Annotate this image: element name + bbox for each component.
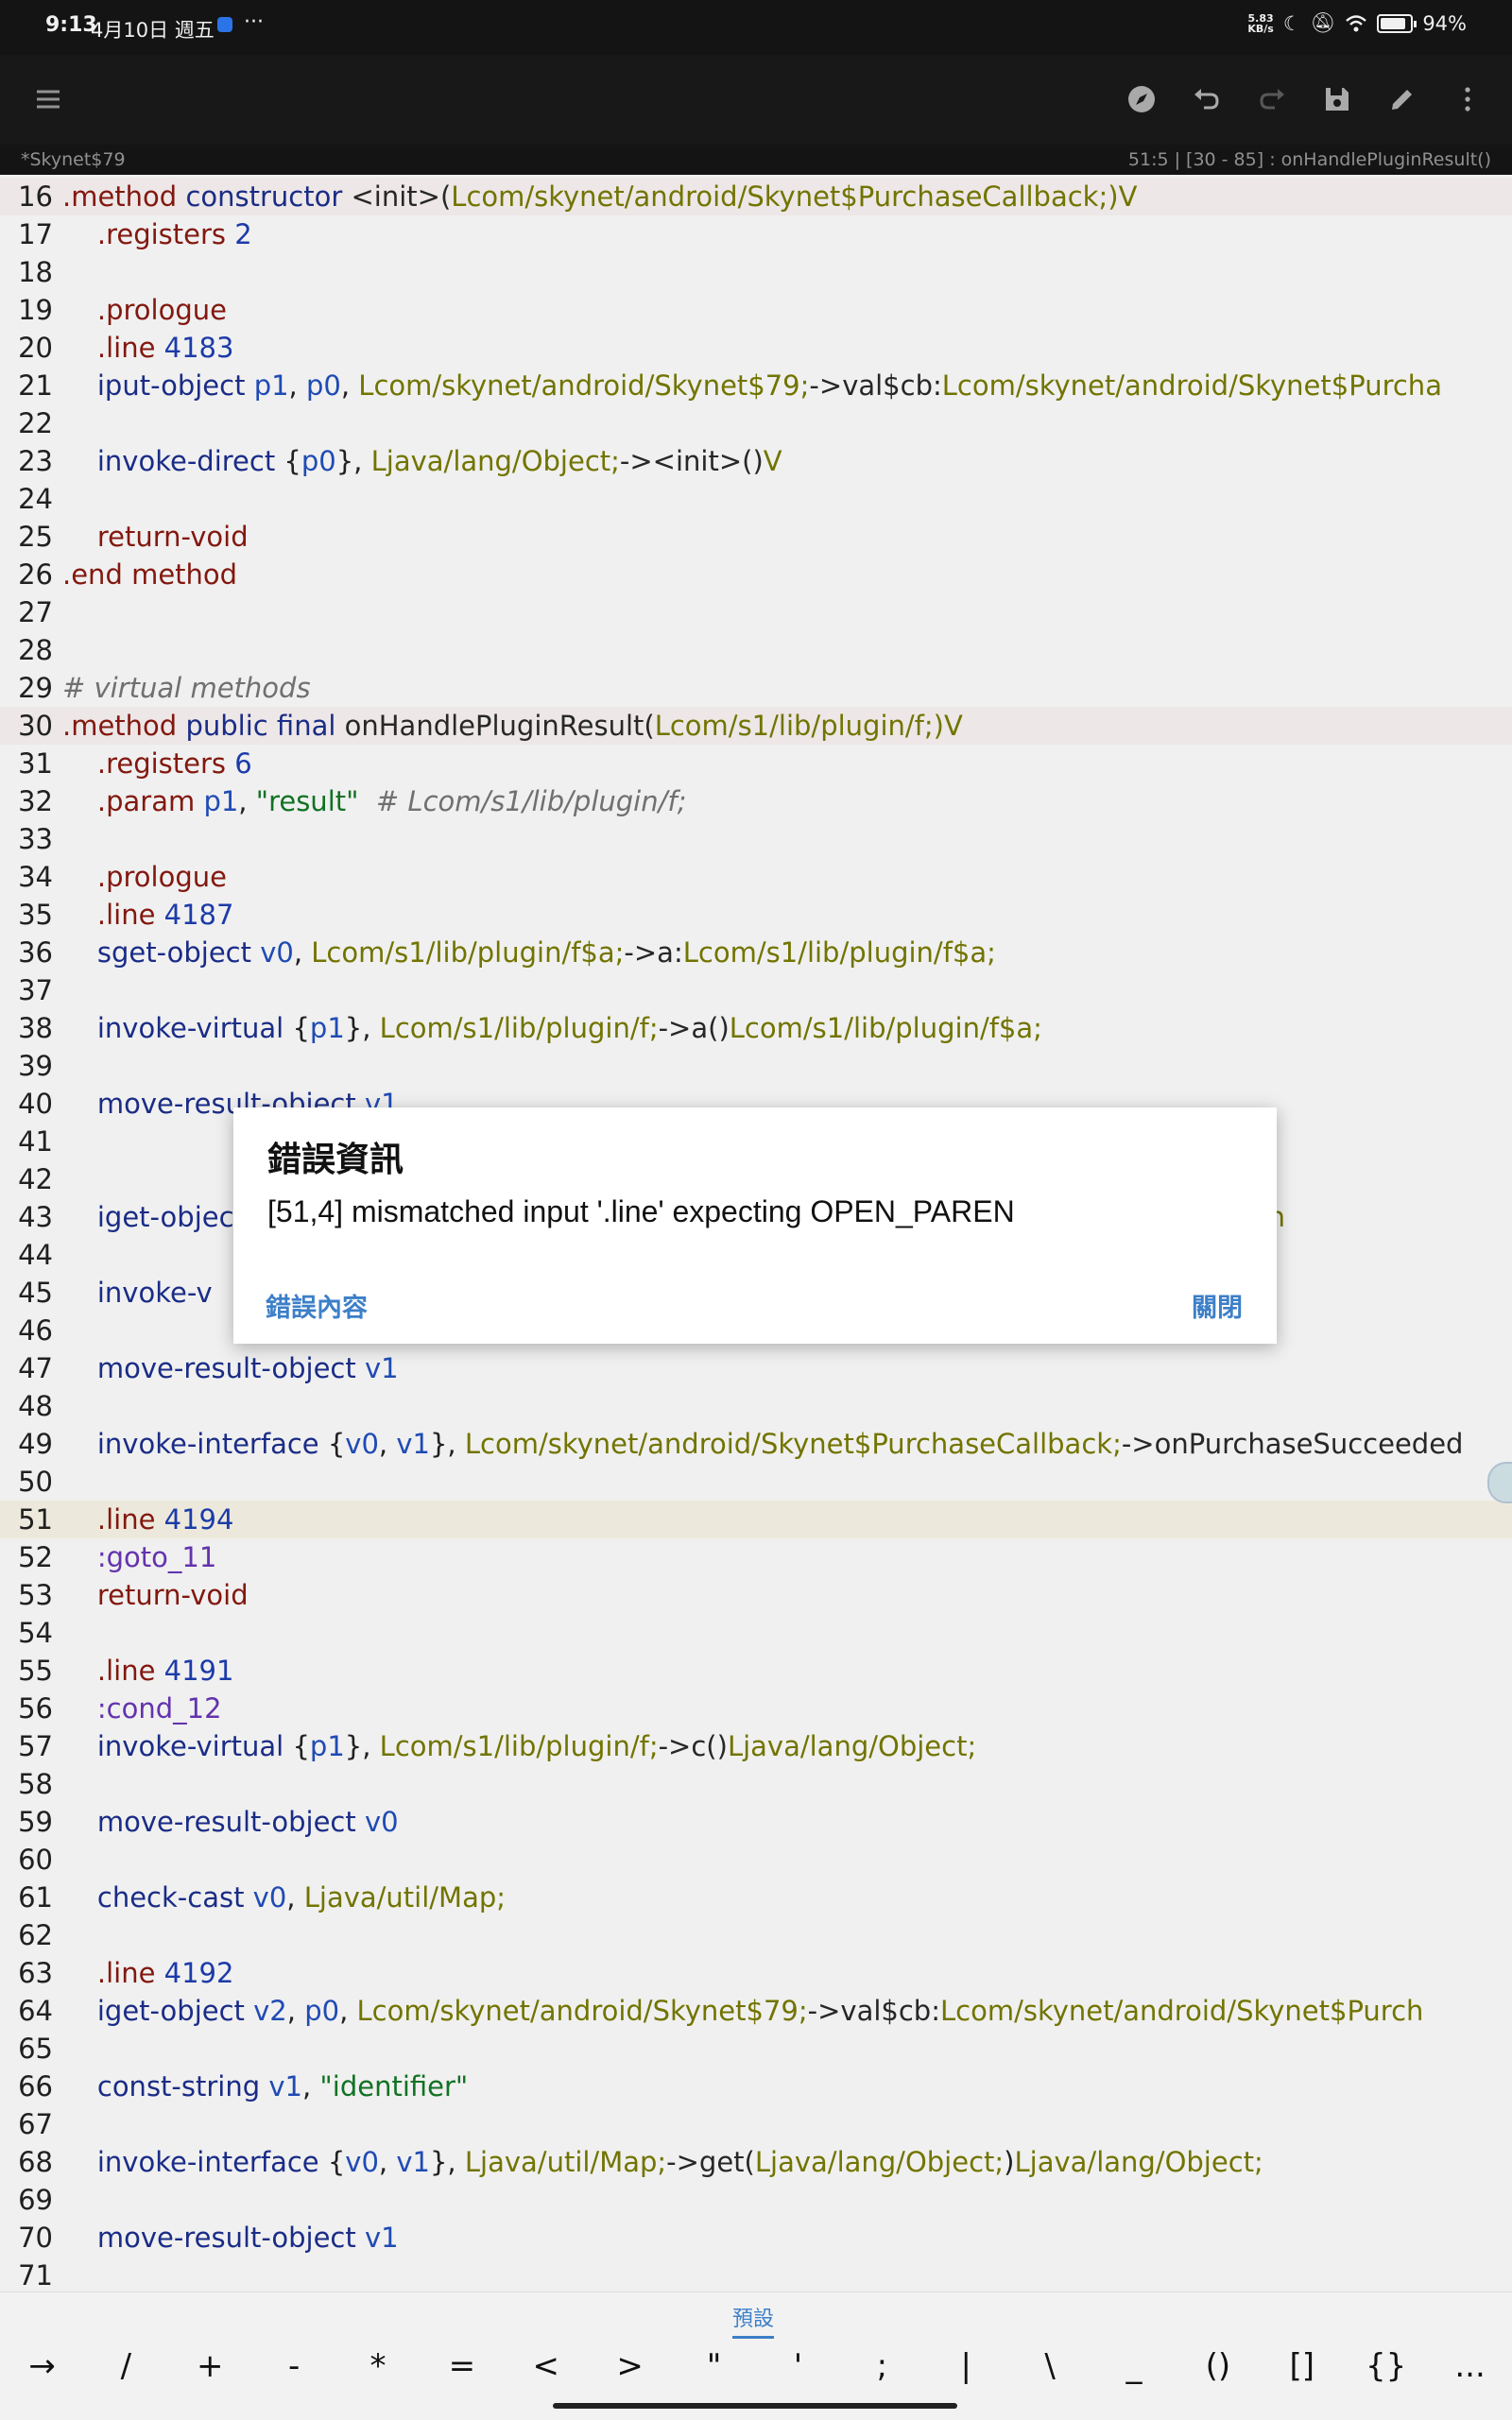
symbol-key[interactable]: () [1190, 2347, 1246, 2385]
symbol-key[interactable]: | [937, 2347, 994, 2385]
symbol-key[interactable]: ; [853, 2347, 910, 2385]
symbol-key[interactable]: ' [769, 2347, 826, 2385]
gesture-nav-bar[interactable] [553, 2403, 957, 2409]
dialog-title: 錯誤資訊 [267, 1141, 404, 1179]
symbol-key[interactable]: * [350, 2347, 406, 2385]
preset-tab[interactable]: 預設 [732, 2302, 775, 2339]
error-dialog: 錯誤資訊 [51,4] mismatched input '.line' exp… [233, 1107, 1277, 1344]
symbol-key[interactable]: + [181, 2347, 238, 2385]
symbol-key[interactable]: \ [1022, 2347, 1078, 2385]
symbol-key[interactable]: _ [1106, 2347, 1162, 2385]
symbol-key[interactable]: " [686, 2347, 743, 2385]
symbol-key[interactable]: ... [1442, 2347, 1499, 2385]
symbol-key[interactable]: / [97, 2347, 154, 2385]
close-button[interactable]: 關閉 [1192, 1287, 1243, 1324]
symbol-key[interactable]: {} [1358, 2347, 1415, 2385]
symbol-key[interactable]: < [518, 2347, 575, 2385]
symbol-key[interactable]: > [602, 2347, 659, 2385]
symbol-keybar: 預設 → / + - * = < > " '; | \ _ () [] {}... [0, 2291, 1512, 2420]
symbol-keys: → / + - * = < > " '; | \ _ () [] {}... [0, 2347, 1512, 2394]
symbol-key[interactable]: - [266, 2347, 322, 2385]
error-detail-button[interactable]: 錯誤內容 [266, 1287, 368, 1324]
symbol-key[interactable]: → [13, 2347, 70, 2385]
symbol-key[interactable]: = [434, 2347, 490, 2385]
symbol-key[interactable]: [] [1274, 2347, 1331, 2385]
dialog-message: [51,4] mismatched input '.line' expectin… [267, 1194, 1015, 1228]
